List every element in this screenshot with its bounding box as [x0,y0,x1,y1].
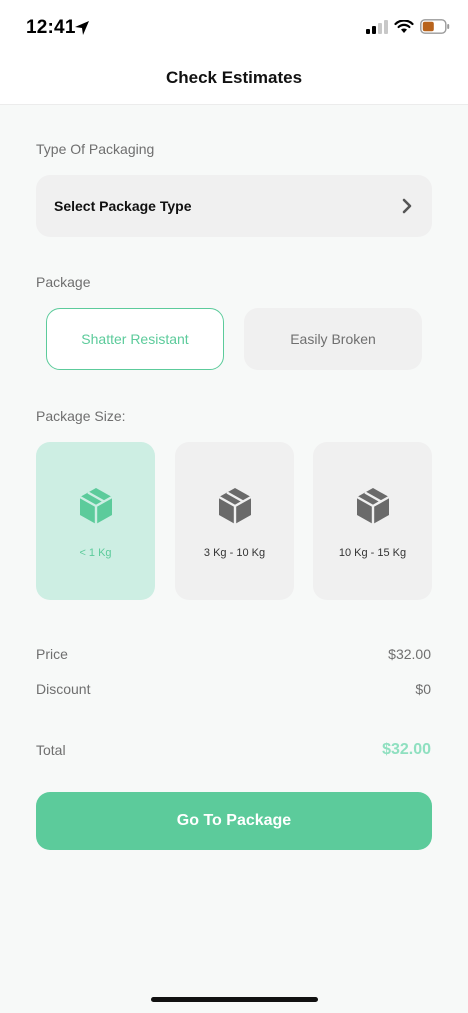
package-box-icon [218,488,252,524]
package-box-icon [356,488,390,524]
discount-label: Discount [36,681,91,697]
signal-icon [366,19,388,34]
price-value: $32.00 [388,646,431,662]
discount-value: $0 [415,681,431,697]
home-indicator [151,997,318,1002]
size-label: 3 Kg - 10 Kg [203,547,266,559]
packaging-type-label: Type Of Packaging [36,141,155,157]
option-shatter-resistant[interactable]: Shatter Resistant [46,308,224,370]
package-size-label: Package Size: [36,408,126,424]
package-box-icon [79,488,113,524]
wifi-icon [394,19,414,33]
status-time: 12:41 [26,17,76,38]
total-label: Total [36,742,66,758]
go-to-package-button[interactable]: Go To Package [36,792,432,850]
option-easily-broken[interactable]: Easily Broken [244,308,422,370]
size-label: < 1 Kg [79,547,112,559]
package-type-placeholder: Select Package Type [54,198,192,214]
size-label: 10 Kg - 15 Kg [338,547,407,559]
price-label: Price [36,646,68,662]
total-value: $32.00 [382,741,431,758]
chevron-right-icon [402,198,412,214]
status-icons [366,19,450,34]
package-type-select[interactable]: Select Package Type [36,175,432,237]
top-bar: 12:41 Check Estimates [0,0,468,105]
battery-icon [420,19,450,34]
size-option-10-15kg[interactable]: 10 Kg - 15 Kg [313,442,432,600]
size-option-3-10kg[interactable]: 3 Kg - 10 Kg [175,442,294,600]
package-label: Package [36,274,91,290]
page-title: Check Estimates [165,68,303,87]
size-option-under-1kg[interactable]: < 1 Kg [36,442,155,600]
location-arrow-icon [75,21,89,35]
